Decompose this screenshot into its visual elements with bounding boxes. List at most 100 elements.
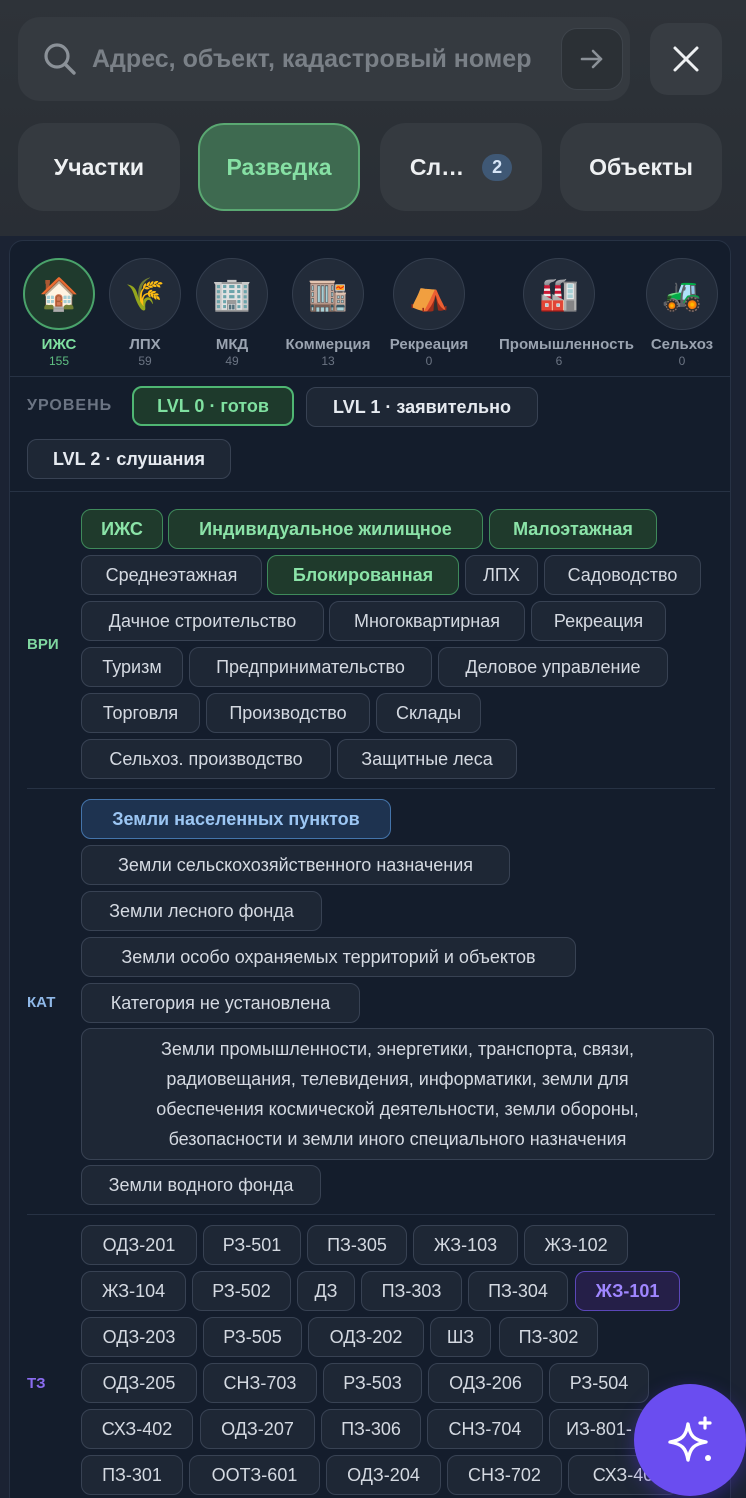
tz-chip[interactable]: ОДЗ-205 — [81, 1363, 197, 1403]
tz-chip[interactable]: ПЗ-302 — [499, 1317, 598, 1357]
type-promyshlennost[interactable]: 🏭 Промышленность 6 — [499, 258, 634, 368]
vri-chip[interactable]: Многоквартирная — [329, 601, 525, 641]
type-selhoz[interactable]: 🚜 Сельхоз 0 — [622, 258, 730, 368]
tent-icon: ⛺ — [393, 258, 465, 330]
vri-chip[interactable]: Индивидуальное жилищное — [168, 509, 483, 549]
kat-label: КАТ — [27, 994, 56, 1011]
close-button[interactable] — [650, 23, 722, 95]
vri-chip[interactable]: Производство — [206, 693, 370, 733]
vri-chip[interactable]: Среднеэтажная — [81, 555, 262, 595]
tz-chip[interactable]: СХЗ-402 — [81, 1409, 193, 1449]
search-icon — [44, 43, 76, 75]
arrow-right-icon — [580, 49, 603, 69]
search-submit-button[interactable] — [561, 28, 623, 90]
tz-chip[interactable]: СНЗ-704 — [427, 1409, 543, 1449]
close-icon — [673, 46, 699, 72]
tz-chip[interactable]: ДЗ — [297, 1271, 355, 1311]
tab-uchastki[interactable]: Участки — [18, 123, 180, 211]
tab-label: Участки — [53, 153, 145, 180]
divider — [10, 376, 730, 377]
vri-chip[interactable]: ИЖС — [81, 509, 163, 549]
kat-chip[interactable]: Земли населенных пунктов — [81, 799, 391, 839]
kat-chip[interactable]: Категория не установлена — [81, 983, 360, 1023]
vri-chip[interactable]: Дачное строительство — [81, 601, 324, 641]
vri-chip[interactable]: Сельхоз. производство — [81, 739, 331, 779]
vri-chip[interactable]: Рекреация — [531, 601, 666, 641]
tab-sl[interactable]: Сл… 2 — [380, 123, 542, 211]
wheat-icon: 🌾 — [109, 258, 181, 330]
tab-label: Сл… — [409, 153, 465, 180]
level-option-1[interactable]: LVL 1 · заявительно — [306, 387, 538, 427]
tz-chip[interactable]: ПЗ-304 — [468, 1271, 568, 1311]
vri-chip[interactable]: Блокированная — [267, 555, 459, 595]
factory-icon: 🏭 — [523, 258, 595, 330]
vri-chip[interactable]: Торговля — [81, 693, 200, 733]
tz-chip[interactable]: РЗ-502 — [192, 1271, 291, 1311]
kat-chip[interactable]: Земли сельскохозяйственного назначения — [81, 845, 510, 885]
tab-label: Разведка — [226, 153, 332, 180]
tz-chip[interactable]: ОДЗ-202 — [308, 1317, 424, 1357]
type-label: Промышленность — [499, 336, 634, 353]
tz-chip[interactable]: ЖЗ-104 — [81, 1271, 186, 1311]
sparkles-icon — [668, 1416, 712, 1462]
tz-chip[interactable]: ЖЗ-102 — [524, 1225, 628, 1265]
type-count: 0 — [678, 354, 686, 368]
tz-chip[interactable]: РЗ-501 — [203, 1225, 301, 1265]
tab-label: Объекты — [589, 153, 693, 180]
divider — [27, 788, 715, 789]
tz-chip[interactable]: СНЗ-702 — [447, 1455, 562, 1495]
type-count: 6 — [555, 354, 563, 368]
vri-chip[interactable]: Туризм — [81, 647, 183, 687]
vri-chip[interactable]: ЛПХ — [465, 555, 538, 595]
vri-chip[interactable]: Малоэтажная — [489, 509, 657, 549]
type-count: 0 — [425, 354, 433, 368]
vri-chip[interactable]: Склады — [376, 693, 481, 733]
apartment-icon: 🏢 — [196, 258, 268, 330]
tz-chip[interactable]: СНЗ-703 — [203, 1363, 317, 1403]
tz-chip[interactable]: ОДЗ-207 — [200, 1409, 315, 1449]
tz-chip[interactable]: ШЗ — [430, 1317, 491, 1357]
vri-chip[interactable]: Деловое управление — [438, 647, 668, 687]
type-label: Сельхоз — [650, 336, 714, 353]
level-label: УРОВЕНЬ — [27, 397, 113, 414]
tz-chip[interactable]: ОДЗ-201 — [81, 1225, 197, 1265]
level-option-0[interactable]: LVL 0 · готов — [132, 386, 294, 426]
vri-chip[interactable]: Садоводство — [544, 555, 701, 595]
tz-chip[interactable]: РЗ-504 — [549, 1363, 649, 1403]
tz-chip[interactable]: ЖЗ-103 — [413, 1225, 518, 1265]
tz-chip[interactable]: ПЗ-301 — [81, 1455, 183, 1495]
vri-label: ВРИ — [27, 636, 59, 653]
vri-chip[interactable]: Защитные леса — [337, 739, 517, 779]
store-icon: 🏬 — [292, 258, 364, 330]
tz-chip[interactable]: ПЗ-305 — [307, 1225, 407, 1265]
search-bar — [18, 17, 630, 101]
search-input[interactable] — [92, 37, 547, 81]
type-label: Рекреация — [389, 336, 469, 353]
tz-chip[interactable]: ОДЗ-206 — [428, 1363, 543, 1403]
kat-chip[interactable]: Земли особо охраняемых территорий и объе… — [81, 937, 576, 977]
tz-chip[interactable]: ООТЗ-601 — [189, 1455, 320, 1495]
tz-chip[interactable]: ОДЗ-203 — [81, 1317, 197, 1357]
tab-obekty[interactable]: Объекты — [560, 123, 722, 211]
ai-assistant-button[interactable] — [634, 1384, 746, 1496]
tz-chip[interactable]: ПЗ-303 — [361, 1271, 462, 1311]
kat-chip[interactable]: Земли водного фонда — [81, 1165, 321, 1205]
divider — [10, 491, 730, 492]
tz-chip[interactable]: ПЗ-306 — [321, 1409, 421, 1449]
count-badge: 2 — [482, 153, 513, 181]
filter-panel: 🏠 ИЖС 155 🌾 ЛПХ 59 🏢 МКД 49 🏬 Коммерция 13 ⛺ Рекреаци… — [9, 240, 731, 1498]
vri-chip[interactable]: Предпринимательство — [189, 647, 432, 687]
type-rekreaciya[interactable]: ⛺ Рекреация 0 — [369, 258, 489, 368]
tractor-icon: 🚜 — [646, 258, 718, 330]
kat-chip[interactable]: Земли промышленности, энергетики, трансп… — [81, 1028, 714, 1160]
type-row: 🏠 ИЖС 155 🌾 ЛПХ 59 🏢 МКД 49 🏬 Коммерция 13 ⛺ Рекреаци… — [10, 241, 730, 376]
tz-chip[interactable]: РЗ-505 — [203, 1317, 302, 1357]
tz-chip[interactable]: ЖЗ-101 — [575, 1271, 680, 1311]
tz-chip[interactable]: РЗ-503 — [323, 1363, 422, 1403]
level-option-2[interactable]: LVL 2 · слушания — [27, 439, 231, 479]
tz-chip[interactable]: ОДЗ-204 — [326, 1455, 441, 1495]
kat-chip[interactable]: Земли лесного фонда — [81, 891, 322, 931]
tab-razvedka[interactable]: Разведка — [198, 123, 360, 211]
divider — [27, 1214, 715, 1215]
tz-label: ТЗ — [27, 1375, 46, 1392]
